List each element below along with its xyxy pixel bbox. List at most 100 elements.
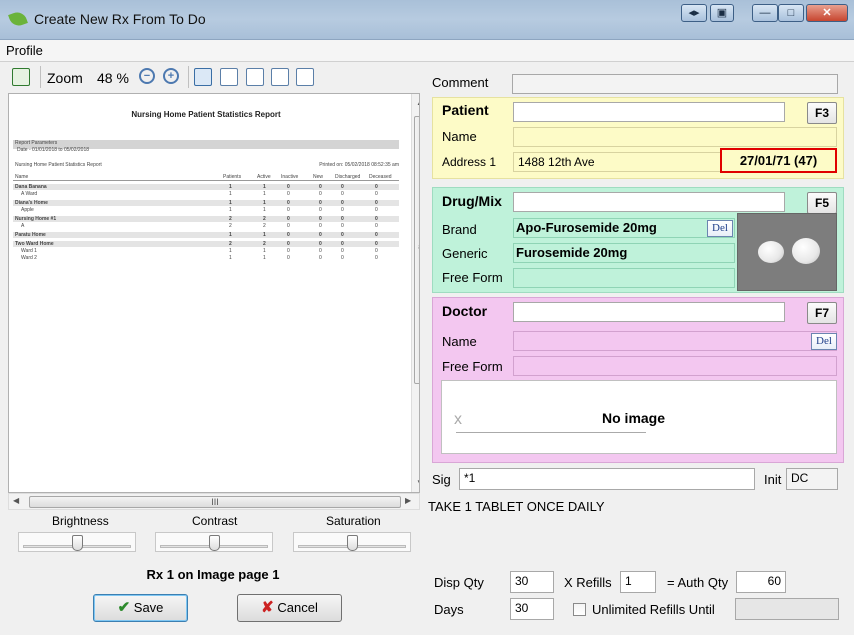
menu-profile[interactable]: Profile <box>6 43 43 58</box>
close-button[interactable]: ✕ <box>806 4 848 22</box>
vertical-scroll-thumb[interactable]: ≡ <box>414 116 419 384</box>
vertical-scrollbar[interactable]: ▲ ≡ ▼ <box>411 94 419 492</box>
image-page-label: Rx 1 on Image page 1 <box>146 567 280 582</box>
unlimited-refills-date-field[interactable] <box>735 598 839 620</box>
report-column-header: Deceased <box>369 174 392 180</box>
report-row: Ward 2110000 <box>21 255 378 261</box>
init-label: Init <box>764 472 782 487</box>
report-row: A220000 <box>21 223 378 229</box>
saturation-slider-thumb[interactable] <box>347 535 358 551</box>
brand-field[interactable]: Apo-Furosemide 20mg <box>513 218 735 238</box>
window-title: Create New Rx From To Do <box>34 11 206 27</box>
refills-label: X Refills <box>564 575 612 590</box>
report-row: Dana Banana 1 1 0 0 0 0 <box>13 184 399 190</box>
generic-label: Generic <box>442 246 488 261</box>
save-label: Save <box>133 600 164 615</box>
doctor-free-form-field[interactable] <box>513 356 837 376</box>
app-leaf-icon <box>8 9 28 29</box>
checkmark-icon: ✔ <box>117 599 131 616</box>
refills-field[interactable]: 1 <box>620 571 656 593</box>
doctor-heading: Doctor <box>442 303 488 319</box>
report-column-header: Active <box>257 174 271 180</box>
report-row: Diana's Home 1 1 0 0 0 0 <box>13 200 399 206</box>
drug-heading: Drug/Mix <box>442 193 502 209</box>
scroll-left-icon[interactable]: ◀ <box>13 496 19 505</box>
horizontal-scrollbar[interactable]: ◀ III ▶ <box>8 493 420 510</box>
image-preview[interactable]: Nursing Home Patient Statistics Report R… <box>8 93 420 493</box>
auth-qty-field[interactable]: 60 <box>736 571 786 593</box>
patient-name-field[interactable] <box>513 127 837 147</box>
zoom-label: Zoom <box>47 70 83 86</box>
doctor-name-field[interactable] <box>513 331 837 351</box>
patient-f3-button[interactable]: F3 <box>807 102 837 124</box>
brand-label: Brand <box>442 222 477 237</box>
scroll-up-icon[interactable]: ▲ <box>416 98 419 107</box>
export-icon[interactable] <box>12 68 30 86</box>
minimize-button[interactable]: — <box>752 4 778 22</box>
report-row: Apple 1 1 0 0 0 0 <box>21 207 378 213</box>
cancel-label: Cancel <box>277 600 318 615</box>
disp-qty-label: Disp Qty <box>434 575 484 590</box>
single-page-icon[interactable] <box>220 68 238 86</box>
fit-page-icon[interactable] <box>194 68 212 86</box>
two-page-icon[interactable] <box>246 68 264 86</box>
report-params-dates: Date - 01/01/2018 to 05/02/2018 <box>17 147 90 153</box>
drug-free-form-label: Free Form <box>442 270 503 285</box>
report-row: Paratu Home 1 1 0 0 0 0 <box>13 232 399 238</box>
brightness-slider[interactable] <box>18 532 136 552</box>
saturation-slider[interactable] <box>293 532 411 552</box>
doctor-search-field[interactable] <box>513 302 785 322</box>
disp-qty-field[interactable]: 30 <box>510 571 554 593</box>
patient-search-field[interactable] <box>513 102 785 122</box>
report-title: Nursing Home Patient Statistics Report <box>131 110 281 119</box>
generic-field[interactable]: Furosemide 20mg <box>513 243 735 263</box>
sig-field[interactable]: *1 <box>459 468 755 490</box>
doctor-image-box: x No image <box>441 380 837 454</box>
report-page: Nursing Home Patient Statistics Report R… <box>13 94 399 492</box>
doctor-f7-button[interactable]: F7 <box>807 302 837 324</box>
zoom-value[interactable]: 48 % <box>97 70 129 86</box>
zoom-in-icon[interactable]: + <box>163 68 179 84</box>
no-image-text: No image <box>602 410 666 426</box>
comment-field[interactable] <box>512 74 838 94</box>
scroll-right-icon[interactable]: ▶ <box>405 496 411 505</box>
report-column-header: Name <box>15 174 29 180</box>
report-column-header: New <box>313 174 324 180</box>
drug-search-field[interactable] <box>513 192 785 212</box>
saturation-label: Saturation <box>326 514 381 528</box>
contrast-slider[interactable] <box>155 532 273 552</box>
auth-qty-label: = Auth Qty <box>667 575 729 590</box>
rotate-page-icon[interactable] <box>296 68 314 86</box>
menu-bar: Profile <box>0 40 854 62</box>
zoom-out-icon[interactable]: − <box>139 68 155 84</box>
report-column-header: Patients <box>223 174 242 180</box>
days-field[interactable]: 30 <box>510 598 554 620</box>
report-params-heading: Report Parameters <box>15 140 58 146</box>
cancel-button[interactable]: ✘ Cancel <box>237 594 342 622</box>
back-forward-icon[interactable]: ◂▸ <box>681 4 707 22</box>
contrast-slider-thumb[interactable] <box>209 535 220 551</box>
report-row: Nursing Home #1 2 2 0 0 0 0 <box>13 216 399 222</box>
maximize-button[interactable]: □ <box>778 4 804 22</box>
init-field[interactable]: DC <box>786 468 838 490</box>
brightness-slider-thumb[interactable] <box>72 535 83 551</box>
drug-image <box>737 213 837 291</box>
drug-f5-button[interactable]: F5 <box>807 192 837 214</box>
scroll-down-icon[interactable]: ▼ <box>416 478 419 487</box>
restore-icon[interactable]: ▣ <box>710 4 734 22</box>
sig-label: Sig <box>432 472 451 487</box>
save-button[interactable]: ✔ Save <box>93 594 188 622</box>
drug-panel: Drug/Mix F5 Brand Apo-Furosemide 20mg De… <box>432 187 844 293</box>
report-column-header: Inactive <box>281 174 299 180</box>
report-subtitle: Nursing Home Patient Statistics Report <box>15 162 102 168</box>
directions-text[interactable]: TAKE 1 TABLET ONCE DAILY <box>428 499 605 514</box>
unlimited-refills-checkbox[interactable] <box>573 603 586 616</box>
contrast-label: Contrast <box>192 514 238 528</box>
horizontal-scroll-thumb[interactable]: III <box>29 496 401 508</box>
doctor-del-button[interactable]: Del <box>811 333 837 350</box>
continuous-page-icon[interactable] <box>271 68 289 86</box>
drug-free-form-field[interactable] <box>513 268 735 288</box>
drug-del-button[interactable]: Del <box>707 220 733 237</box>
doctor-name-label: Name <box>442 334 477 349</box>
report-row: Two Ward Home 2 2 0 0 0 0 <box>13 241 399 247</box>
